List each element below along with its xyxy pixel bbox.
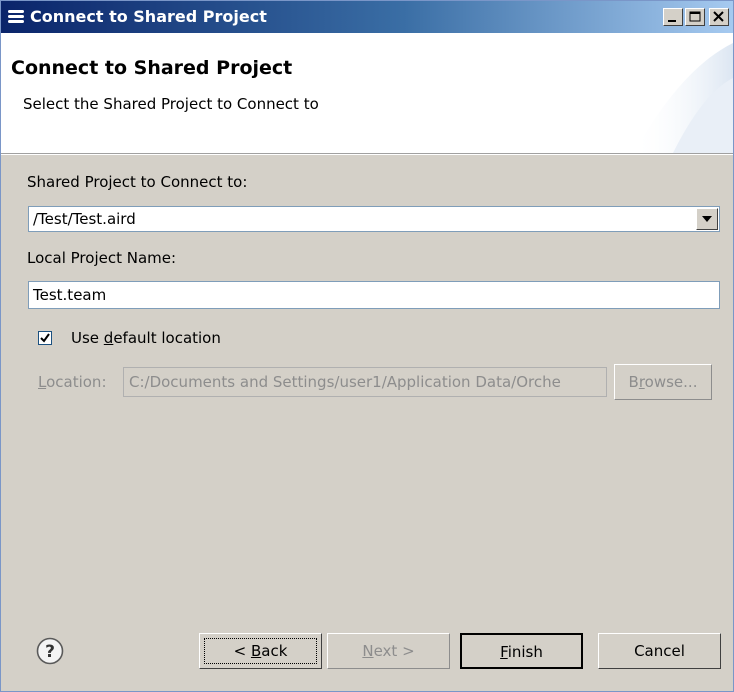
chevron-down-icon: [702, 216, 712, 222]
banner-decoration-icon: [633, 43, 733, 153]
next-button: Next >: [327, 633, 450, 669]
checkmark-icon: [40, 333, 50, 343]
maximize-button[interactable]: [685, 8, 705, 26]
window-title: Connect to Shared Project: [30, 7, 267, 26]
header-banner: Connect to Shared Project Select the Sha…: [1, 33, 733, 154]
use-default-location-checkbox[interactable]: [38, 331, 52, 345]
app-icon: [7, 9, 25, 25]
svg-text:?: ?: [45, 642, 55, 662]
dropdown-button[interactable]: [696, 208, 718, 230]
finish-button[interactable]: Finish: [460, 633, 583, 669]
cancel-button[interactable]: Cancel: [598, 633, 721, 669]
location-value: C:/Documents and Settings/user1/Applicat…: [129, 373, 561, 391]
dialog-window: Connect to Shared Project Connect to Sha…: [0, 0, 734, 692]
help-icon[interactable]: ?: [36, 637, 64, 665]
minimize-button[interactable]: [663, 8, 683, 26]
shared-project-label: Shared Project to Connect to:: [27, 173, 248, 191]
browse-button: Browse...: [614, 364, 712, 400]
shared-project-combo[interactable]: /Test/Test.aird: [28, 206, 720, 232]
local-project-name-label: Local Project Name:: [27, 249, 177, 267]
use-default-location-label[interactable]: Use default location: [71, 329, 221, 347]
title-bar[interactable]: Connect to Shared Project: [1, 1, 733, 33]
location-label: Location:: [38, 373, 107, 391]
location-input: C:/Documents and Settings/user1/Applicat…: [123, 367, 607, 397]
banner-title: Connect to Shared Project: [11, 57, 293, 79]
local-project-name-value: Test.team: [33, 286, 107, 304]
local-project-name-input[interactable]: Test.team: [28, 281, 720, 309]
shared-project-value: /Test/Test.aird: [33, 210, 136, 228]
close-button[interactable]: [709, 8, 729, 26]
banner-separator: [1, 154, 733, 155]
back-button[interactable]: < Back: [199, 633, 322, 669]
banner-description: Select the Shared Project to Connect to: [23, 95, 319, 113]
